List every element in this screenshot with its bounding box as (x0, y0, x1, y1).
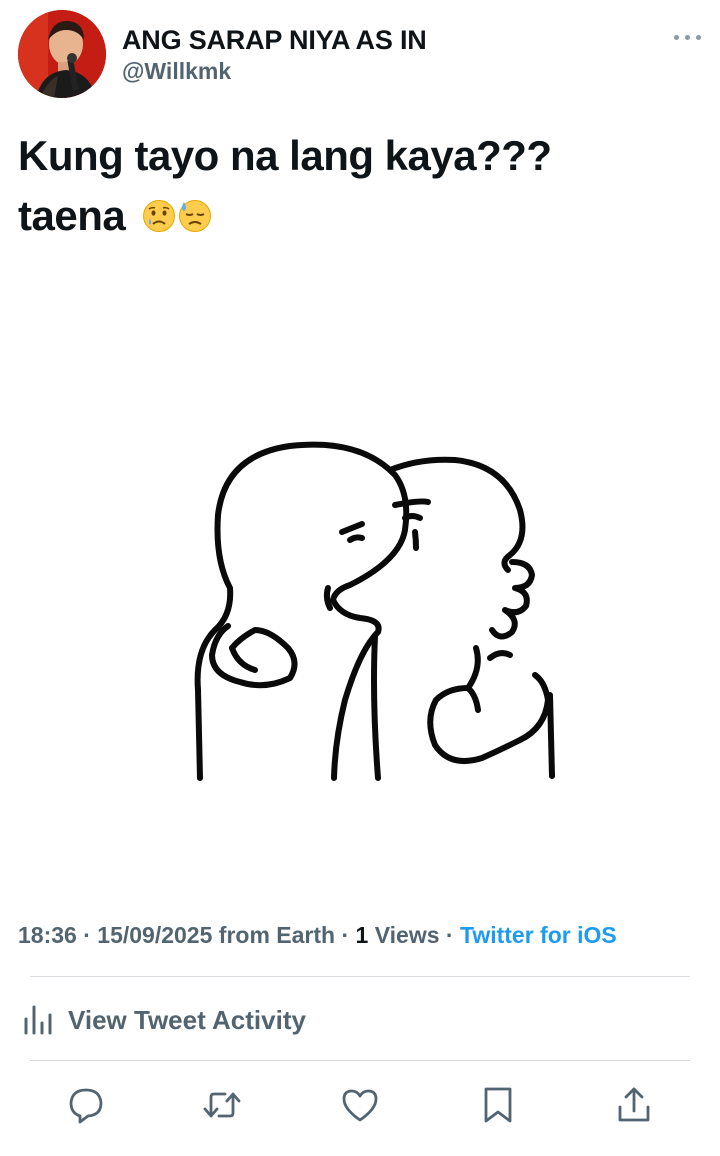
bookmark-button[interactable] (476, 1082, 520, 1132)
retweet-icon (201, 1085, 243, 1130)
tweet-header: ANG SARAP NIYA AS IN @Willkmk (18, 10, 702, 100)
tweet-meta: 18:36 · 15/09/2025 from Earth · 1 Views … (18, 918, 708, 952)
view-tweet-activity-button[interactable]: View Tweet Activity (22, 998, 306, 1042)
tweet-action-bar (0, 1082, 720, 1132)
reply-button[interactable] (64, 1082, 108, 1132)
author-names[interactable]: ANG SARAP NIYA AS IN @Willkmk (122, 24, 427, 86)
views-count: 1 (355, 922, 369, 948)
heart-icon (340, 1085, 380, 1130)
sad-but-relieved-face-icon (142, 189, 176, 249)
bar-chart-icon (22, 1001, 56, 1040)
share-icon (614, 1085, 654, 1130)
tweet-text-line-2: taena (18, 186, 702, 249)
more-dots-icon[interactable] (674, 32, 702, 42)
tweet-text-line-1: Kung tayo na lang kaya??? (18, 132, 552, 179)
share-button[interactable] (612, 1082, 656, 1132)
like-button[interactable] (338, 1082, 382, 1132)
downcast-face-with-sweat-icon (178, 189, 212, 249)
tweet-text: Kung tayo na lang kaya??? taena (18, 126, 702, 249)
meta-separator: · (439, 922, 460, 948)
meta-separator: · (76, 922, 98, 948)
meta-separator: · (335, 922, 356, 948)
tweet-time[interactable]: 18:36 (18, 922, 77, 948)
source-link[interactable]: Twitter for iOS (460, 922, 617, 948)
views-label: Views (368, 922, 440, 948)
bookmark-icon (478, 1085, 518, 1130)
divider (30, 1060, 690, 1061)
view-tweet-activity-label: View Tweet Activity (68, 1004, 306, 1035)
divider (30, 976, 690, 977)
tweet-text-line-2-text: taena (18, 192, 126, 239)
avatar[interactable] (18, 10, 106, 98)
tweet-location: from Earth (212, 922, 336, 948)
tweet-date[interactable]: 15/09/2025 (97, 922, 212, 948)
retweet-button[interactable] (200, 1082, 244, 1132)
user-handle[interactable]: @Willkmk (122, 56, 427, 86)
tweet-media-image[interactable] (0, 270, 720, 890)
reply-icon (66, 1085, 106, 1130)
display-name[interactable]: ANG SARAP NIYA AS IN (122, 24, 427, 56)
